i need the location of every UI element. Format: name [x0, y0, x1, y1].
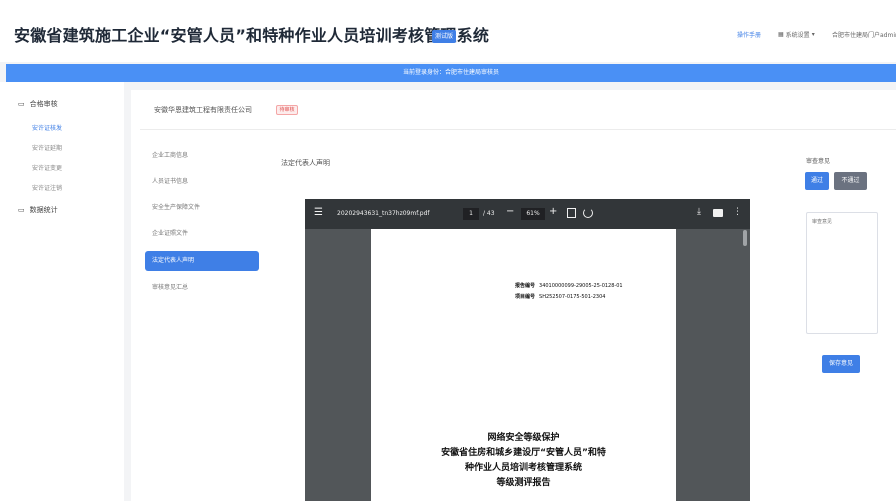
section-title: 法定代表人声明 [281, 159, 330, 167]
zoom-in-icon[interactable]: + [549, 207, 557, 217]
zoom-level-input[interactable]: 61% [521, 208, 545, 220]
sidebar-item-extension[interactable]: 安许证延期 [32, 143, 62, 152]
doc-nav-review-summary[interactable]: 审核意见汇总 [145, 278, 259, 298]
rotate-icon[interactable] [583, 208, 593, 218]
page-number-input[interactable]: 1 [463, 208, 479, 220]
sidebar-group-audit[interactable]: ▭ 合格审核 [18, 99, 58, 109]
app-header: 安徽省建筑施工企业“安管人员”和特种作业人员培训考核管理系统 测试版 操作手册 … [0, 0, 896, 62]
document-icon: ▭ [18, 206, 25, 214]
company-name: 安徽华恩建筑工程有限责任公司 [154, 106, 252, 114]
version-badge: 测试版 [432, 30, 456, 43]
zoom-out-icon[interactable]: − [506, 207, 514, 217]
pdf-viewer[interactable]: ☰ 20202943631_tn37hz09mf.pdf 1 / 43 − 61… [305, 199, 750, 501]
reject-button[interactable]: 不通过 [834, 172, 867, 190]
more-options-icon[interactable]: ⋮ [733, 207, 742, 217]
project-number-label: 项目编号 [515, 294, 536, 300]
user-menu[interactable]: 合肥市住建局门户admin [832, 30, 896, 39]
project-number-value: SH252507-0175-501-2304 [539, 294, 606, 300]
download-icon[interactable]: ⤓ [697, 207, 701, 217]
pass-button[interactable]: 通过 [805, 172, 829, 190]
report-title-line: 安徽省住房和城乡建设厅“安管人员”和特 [441, 448, 606, 458]
doc-nav-certificates[interactable]: 人员证书信息 [145, 172, 259, 192]
doc-nav-safety-docs[interactable]: 安全生产保障文件 [145, 198, 259, 218]
doc-nav-business-info[interactable]: 企业工商信息 [145, 146, 259, 166]
page-total: / 43 [483, 210, 495, 217]
pdf-toolbar: ☰ 20202943631_tn37hz09mf.pdf 1 / 43 − 61… [305, 199, 750, 229]
review-label: 审查意见 [806, 158, 831, 165]
fit-page-icon[interactable] [567, 208, 576, 218]
settings-icon: ▦ [778, 31, 784, 38]
doc-nav-license-docs[interactable]: 企业证照文件 [145, 224, 259, 244]
notice-bar: 当前登录身份：合肥市住建局审核员 [6, 64, 896, 82]
sidebar-item-change[interactable]: 安许证变更 [32, 163, 62, 172]
divider [140, 129, 896, 130]
app-title: 安徽省建筑施工企业“安管人员”和特种作业人员培训考核管理系统 [14, 26, 490, 45]
sidebar-group-label: 数据统计 [29, 206, 58, 214]
status-badge: 待审核 [276, 105, 298, 115]
settings-menu[interactable]: ▦ 系统设置 ▾ [778, 30, 815, 39]
settings-label: 系统设置 [785, 32, 810, 39]
doc-nav-legal-rep-statement[interactable]: 法定代表人声明 [145, 251, 259, 271]
sidebar-item-cancel[interactable]: 安许证注销 [32, 183, 62, 192]
chevron-down-icon: ▾ [811, 31, 815, 38]
sidebar-group-label: 合格审核 [29, 100, 58, 108]
review-comment-input[interactable] [806, 212, 878, 334]
print-icon[interactable] [713, 209, 723, 217]
project-number: 项目编号 SH252507-0175-501-2304 [515, 293, 605, 300]
sidebar-item-issue[interactable]: 安许证核发 [32, 123, 62, 132]
sidebar-group-stats[interactable]: ▭ 数据统计 [18, 205, 58, 215]
pdf-page: 报告编号 34010000099-29005-25-0128-01 项目编号 SH2… [371, 229, 676, 501]
report-title: 网络安全等级保护 安徽省住房和城乡建设厅“安管人员”和特 种作业人员培训考核管理… [371, 431, 676, 491]
report-title-line: 等级测评报告 [496, 478, 551, 488]
report-number-label: 报告编号 [515, 283, 536, 289]
menu-icon[interactable]: ☰ [314, 208, 323, 218]
report-title-line: 网络安全等级保护 [487, 433, 560, 443]
pdf-filename: 20202943631_tn37hz09mf.pdf [337, 210, 430, 217]
report-title-line: 种作业人员培训考核管理系统 [464, 463, 582, 473]
document-icon: ▭ [18, 100, 25, 108]
help-link[interactable]: 操作手册 [737, 30, 761, 39]
save-review-button[interactable]: 保存意见 [822, 355, 860, 373]
pdf-scrollbar[interactable] [743, 230, 747, 246]
report-number-value: 34010000099-29005-25-0128-01 [539, 283, 623, 289]
report-number: 报告编号 34010000099-29005-25-0128-01 [515, 282, 623, 289]
